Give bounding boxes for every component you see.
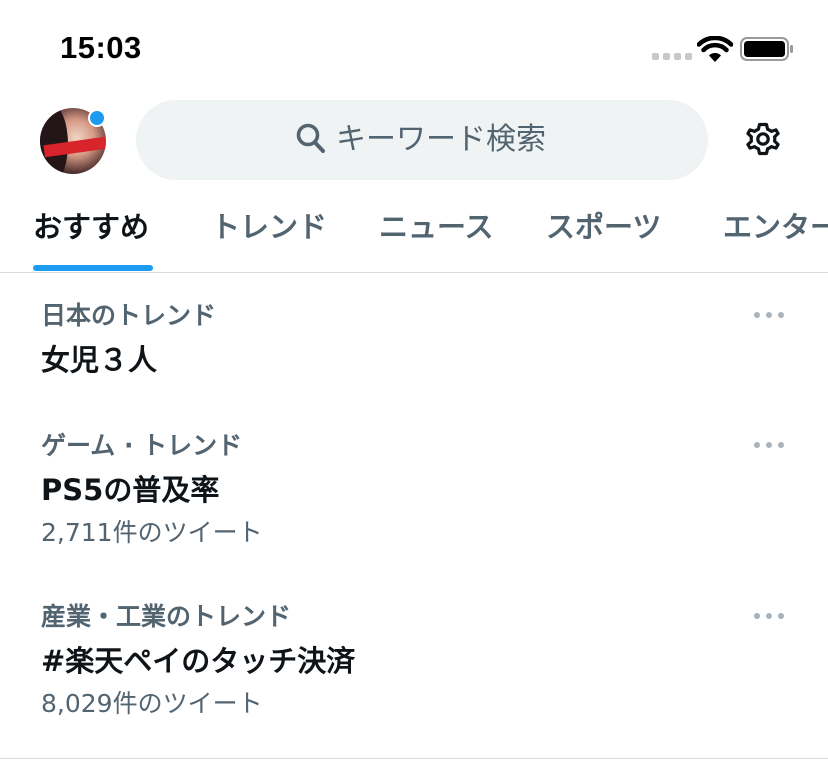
active-tab-indicator	[33, 265, 153, 271]
more-icon[interactable]	[752, 310, 786, 320]
tab-sports[interactable]: スポーツ	[546, 206, 661, 248]
trend-item[interactable]: 日本のトレンド 女児３人	[0, 300, 828, 410]
wifi-icon	[697, 36, 733, 62]
cellular-signal-icon	[652, 53, 692, 61]
tweet-count: 8,029件のツイート	[41, 689, 263, 718]
divider	[0, 758, 828, 759]
divider	[0, 272, 828, 273]
tab-news[interactable]: ニュース	[379, 206, 494, 248]
search-icon	[296, 123, 325, 153]
trend-title: #楽天ペイのタッチ決済	[41, 644, 356, 678]
more-icon[interactable]	[752, 611, 786, 621]
status-time: 15:03	[60, 30, 142, 65]
notification-dot	[88, 109, 106, 127]
search-placeholder[interactable]: キーワード検索	[336, 120, 546, 160]
battery-icon	[740, 37, 793, 61]
trend-item[interactable]: 産業・工業のトレンド #楽天ペイのタッチ決済 8,029件のツイート	[0, 601, 828, 741]
trend-title: PS5の普及率	[41, 473, 220, 507]
trend-title: 女児３人	[41, 343, 158, 377]
tab-trending[interactable]: トレンド	[211, 206, 327, 248]
trend-item[interactable]: ゲーム · トレンド PS5の普及率 2,711件のツイート	[0, 430, 828, 570]
trend-category: 日本のトレンド	[41, 301, 217, 330]
tab-entertainment[interactable]: エンター	[723, 206, 828, 248]
trend-category: 産業・工業のトレンド	[41, 602, 292, 631]
tweet-count: 2,711件のツイート	[41, 518, 263, 547]
tab-bar: おすすめ トレンド ニュース スポーツ エンター	[0, 200, 828, 272]
status-bar: 15:03	[0, 0, 828, 96]
gear-icon[interactable]	[742, 118, 784, 160]
trend-category: ゲーム · トレンド	[41, 431, 243, 460]
tab-recommended[interactable]: おすすめ	[33, 206, 149, 248]
more-icon[interactable]	[752, 440, 786, 450]
